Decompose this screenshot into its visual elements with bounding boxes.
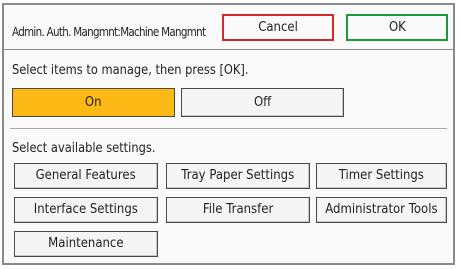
maintenance-label: Maintenance [48, 236, 124, 251]
tray-paper-settings-button[interactable]: Tray Paper Settings [166, 163, 310, 189]
timer-settings-button[interactable]: Timer Settings [316, 163, 447, 189]
general-features-label: General Features [35, 168, 137, 183]
general-features-button[interactable]: General Features [14, 163, 158, 189]
cancel-button-label: Cancel [258, 20, 298, 35]
settings-instruction: Select available settings. [12, 141, 156, 156]
off-button[interactable]: Off [181, 88, 344, 117]
interface-settings-label: Interface Settings [33, 202, 139, 217]
on-button[interactable]: On [12, 88, 175, 117]
header-divider [4, 49, 453, 50]
interface-settings-button[interactable]: Interface Settings [14, 197, 158, 223]
ok-button-label: OK [388, 20, 406, 35]
cancel-button[interactable]: Cancel [222, 14, 334, 41]
file-transfer-button[interactable]: File Transfer [166, 197, 310, 223]
file-transfer-label: File Transfer [202, 202, 274, 217]
administrator-tools-label: Administrator Tools [325, 202, 438, 217]
off-button-label: Off [253, 95, 272, 110]
tray-paper-settings-label: Tray Paper Settings [181, 168, 295, 183]
ok-button[interactable]: OK [346, 14, 448, 41]
maintenance-button[interactable]: Maintenance [14, 231, 158, 257]
section-divider [10, 128, 447, 129]
panel-title: Admin. Auth. Mangmnt:Machine Mangmnt [12, 25, 206, 39]
admin-auth-panel: Admin. Auth. Mangmnt:Machine Mangmnt Can… [2, 3, 455, 265]
on-button-label: On [85, 95, 102, 110]
administrator-tools-button[interactable]: Administrator Tools [316, 197, 447, 223]
manage-instruction: Select items to manage, then press [OK]. [12, 63, 249, 78]
timer-settings-label: Timer Settings [338, 168, 425, 183]
